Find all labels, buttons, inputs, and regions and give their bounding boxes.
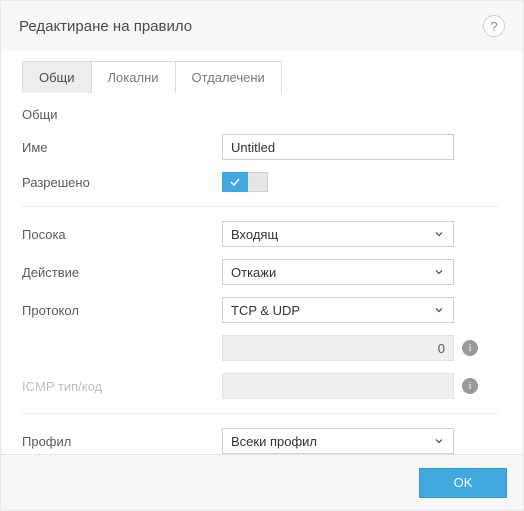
tab-local[interactable]: Локални — [91, 61, 176, 93]
dialog-footer: OK — [1, 454, 523, 510]
tab-label: Общи — [39, 70, 75, 85]
port-readonly: 0 — [222, 335, 454, 361]
profile-label: Профил — [22, 434, 222, 449]
section-title-general: Общи — [22, 107, 498, 122]
enabled-label: Разрешено — [22, 175, 222, 190]
help-button[interactable]: ? — [483, 15, 505, 37]
chevron-down-icon — [433, 228, 445, 240]
titlebar: Редактиране на правило ? — [1, 1, 523, 51]
protocol-value: TCP & UDP — [231, 303, 300, 318]
chevron-down-icon — [433, 304, 445, 316]
action-label: Действие — [22, 265, 222, 280]
row-icmp: ICMP тип/код i — [22, 367, 498, 405]
dialog-body: Общи Локални Отдалечени Общи Име Разре — [2, 51, 522, 454]
direction-value: Входящ — [231, 227, 278, 242]
name-input[interactable] — [222, 134, 454, 160]
edit-rule-dialog: Редактиране на правило ? Общи Локални От… — [0, 0, 524, 511]
scroll-area[interactable]: Общи Име Разрешено — [22, 93, 512, 454]
ok-label: OK — [454, 475, 473, 490]
tab-label: Локални — [108, 70, 159, 85]
port-value: 0 — [438, 341, 445, 356]
separator — [22, 206, 498, 207]
info-icon[interactable]: i — [462, 378, 478, 394]
dialog-title: Редактиране на правило — [19, 18, 483, 35]
separator — [22, 413, 498, 414]
row-action: Действие Откажи — [22, 253, 498, 291]
row-port: 0 i — [22, 329, 498, 367]
profile-select[interactable]: Всеки профил — [222, 428, 454, 454]
check-icon — [229, 176, 241, 188]
row-direction: Посока Входящ — [22, 215, 498, 253]
action-value: Откажи — [231, 265, 276, 280]
row-profile: Профил Всеки профил — [22, 422, 498, 454]
help-icon: ? — [490, 19, 497, 34]
action-select[interactable]: Откажи — [222, 259, 454, 285]
row-name: Име — [22, 128, 498, 166]
profile-value: Всеки профил — [231, 434, 317, 449]
tabstrip: Общи Локални Отдалечени — [2, 51, 522, 93]
protocol-label: Протокол — [22, 303, 222, 318]
chevron-down-icon — [433, 435, 445, 447]
direction-label: Посока — [22, 227, 222, 242]
content-wrap: Общи Име Разрешено — [2, 93, 522, 454]
protocol-select[interactable]: TCP & UDP — [222, 297, 454, 323]
toggle-knob — [222, 172, 248, 192]
tab-remote[interactable]: Отдалечени — [175, 61, 282, 93]
info-icon[interactable]: i — [462, 340, 478, 356]
tab-general[interactable]: Общи — [22, 61, 92, 93]
name-label: Име — [22, 140, 222, 155]
icmp-readonly — [222, 373, 454, 399]
row-protocol: Протокол TCP & UDP — [22, 291, 498, 329]
enabled-toggle[interactable] — [222, 172, 268, 192]
ok-button[interactable]: OK — [419, 468, 507, 498]
direction-select[interactable]: Входящ — [222, 221, 454, 247]
row-enabled: Разрешено — [22, 166, 498, 198]
icmp-label: ICMP тип/код — [22, 379, 222, 394]
tab-label: Отдалечени — [192, 70, 265, 85]
chevron-down-icon — [433, 266, 445, 278]
